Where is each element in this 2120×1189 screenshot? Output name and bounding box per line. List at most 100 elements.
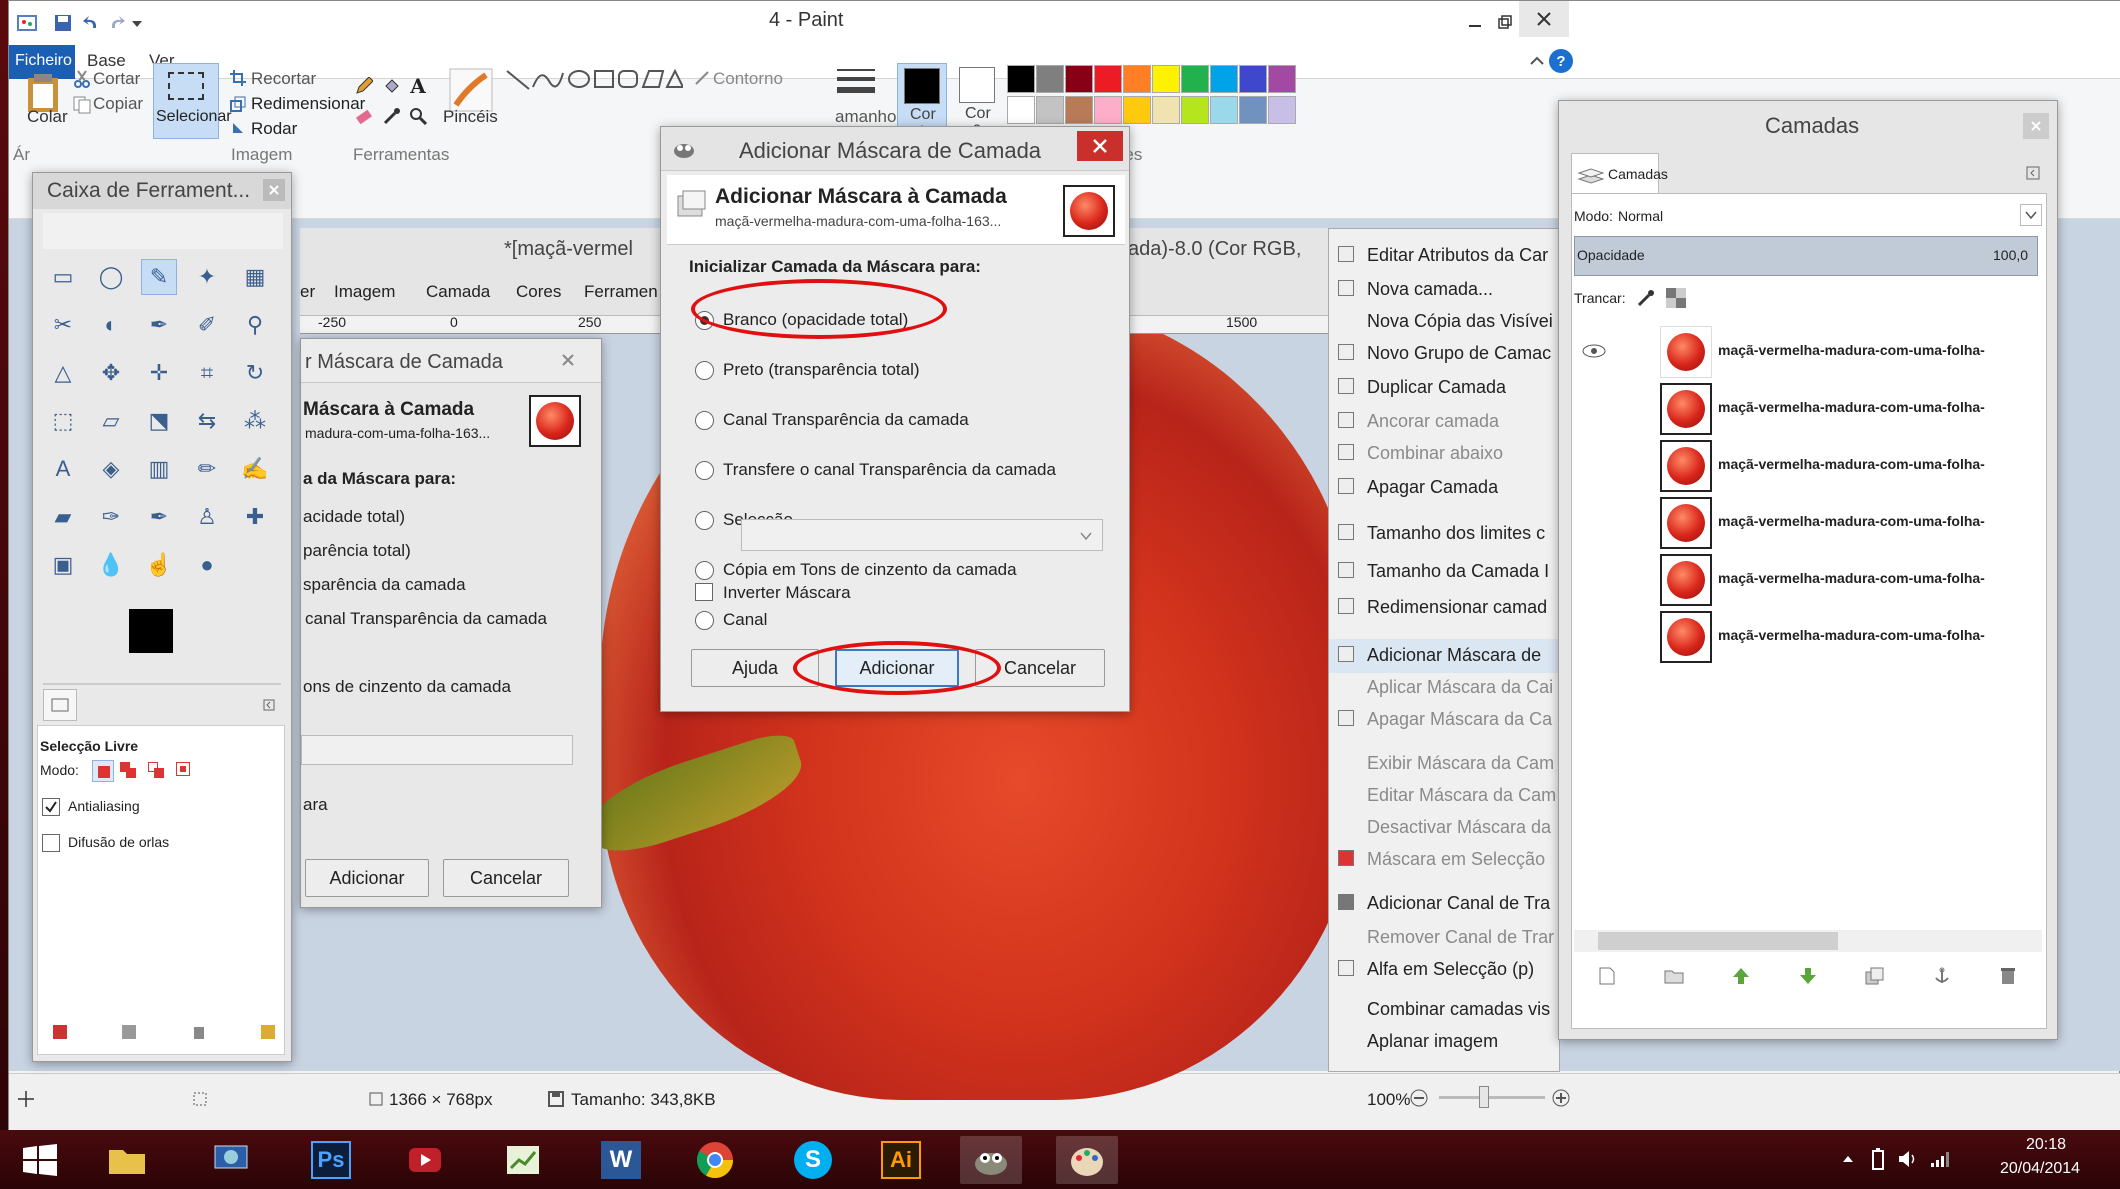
palette-swatch[interactable]: [1268, 96, 1296, 124]
rotate-label[interactable]: Rodar: [251, 119, 297, 139]
layer-row[interactable]: maçã-vermelha-madura-com-uma-folha-: [1572, 381, 2042, 437]
palette-swatch[interactable]: [1036, 96, 1064, 124]
measure-icon[interactable]: △: [45, 355, 81, 391]
invert-mask-label[interactable]: Inverter Máscara: [723, 583, 851, 603]
copy-icon[interactable]: [69, 93, 95, 117]
magnifier-icon[interactable]: [407, 105, 429, 127]
zoom-slider[interactable]: [1439, 1096, 1545, 1099]
delete-layer-icon[interactable]: [1996, 964, 2020, 988]
channel-combo[interactable]: [741, 519, 1103, 551]
mask-option-label[interactable]: Transfere o canal Transparência da camad…: [723, 460, 1056, 480]
zoom-in-icon[interactable]: [1549, 1086, 1573, 1110]
fill-icon[interactable]: [381, 75, 403, 97]
palette-swatch[interactable]: [1239, 96, 1267, 124]
palette-swatch[interactable]: [1094, 65, 1122, 93]
lower-layer-icon[interactable]: [1796, 964, 1820, 988]
layers-dock-close-icon[interactable]: [2023, 113, 2049, 139]
undo-icon[interactable]: [79, 11, 103, 35]
layer-mode-value[interactable]: Normal: [1618, 208, 1663, 224]
save-preset-icon[interactable]: [49, 1021, 71, 1043]
rotate-icon[interactable]: [227, 117, 249, 139]
perspective-clone-icon[interactable]: ▣: [45, 547, 81, 583]
size-label[interactable]: amanho: [835, 107, 896, 127]
close-icon[interactable]: [1519, 1, 1569, 37]
crop-icon[interactable]: [227, 67, 249, 89]
visibility-eye-icon[interactable]: [1580, 340, 1608, 362]
mask-option-radio[interactable]: [695, 511, 714, 530]
tool-options-tab-icon[interactable]: [43, 689, 77, 721]
delete-preset-icon[interactable]: [188, 1021, 210, 1043]
palette-swatch[interactable]: [1123, 96, 1151, 124]
mode-subtract-icon[interactable]: [148, 762, 166, 780]
rect-select-icon[interactable]: ▭: [45, 259, 81, 295]
resize-label[interactable]: Redimensionar: [251, 94, 365, 114]
zoom-icon[interactable]: ⚲: [237, 307, 273, 343]
help-icon[interactable]: ?: [1549, 49, 1573, 73]
layer-menu-item[interactable]: Apagar Camada: [1367, 477, 1498, 498]
fuzzy-select-icon[interactable]: ✦: [189, 259, 225, 295]
taskbar-chrome-icon[interactable]: [684, 1136, 746, 1184]
opacity-slider[interactable]: Opacidade 100,0: [1574, 236, 2038, 276]
cut-icon[interactable]: [69, 67, 95, 91]
mask-option-radio[interactable]: [695, 361, 714, 380]
color-select-icon[interactable]: ▦: [237, 259, 273, 295]
align-icon[interactable]: ✛: [141, 355, 177, 391]
gimp-menu-tools[interactable]: Ferramen: [584, 282, 658, 302]
perspective-icon[interactable]: ⬔: [141, 403, 177, 439]
cage-transform-icon[interactable]: ⁂: [237, 403, 273, 439]
eraser-icon[interactable]: [353, 105, 375, 127]
mode-add-icon[interactable]: [120, 762, 138, 780]
taskbar-photoshop-icon[interactable]: Ps: [300, 1136, 362, 1184]
toolbox-close-icon[interactable]: [263, 179, 285, 201]
blur-icon[interactable]: 💧: [93, 547, 129, 583]
eraser-icon[interactable]: ▰: [45, 499, 81, 535]
text-icon[interactable]: A: [407, 74, 429, 98]
smudge-icon[interactable]: ☝: [141, 547, 177, 583]
gimp-menu-colors[interactable]: Cores: [516, 282, 561, 302]
show-hidden-icons-icon[interactable]: [1840, 1150, 1856, 1168]
layer-menu-item[interactable]: Combinar camadas vis: [1367, 999, 1550, 1020]
outline-icon[interactable]: [691, 67, 713, 89]
redo-icon[interactable]: [105, 11, 129, 35]
hscroll-thumb[interactable]: [1598, 932, 1838, 950]
taskbar-media-icon[interactable]: [394, 1136, 456, 1184]
gimp-menu-layer[interactable]: Camada: [426, 282, 490, 302]
layer-menu-item[interactable]: Tamanho da Camada I: [1367, 561, 1549, 582]
layer-menu-item[interactable]: Redimensionar camad: [1367, 597, 1547, 618]
crop-icon[interactable]: ⌗: [189, 355, 225, 391]
taskbar-skype-icon[interactable]: S: [782, 1136, 844, 1184]
cut-label[interactable]: Cortar: [93, 69, 140, 89]
layers-tab-menu-icon[interactable]: [2023, 163, 2043, 183]
ink-icon[interactable]: ✒: [141, 499, 177, 535]
clock-time[interactable]: 20:18: [2026, 1136, 2066, 1154]
layer-row[interactable]: maçã-vermelha-madura-com-uma-folha-: [1572, 438, 2042, 494]
layer-menu-item[interactable]: Apagar Máscara da Ca: [1367, 709, 1552, 730]
ribbon-collapse-icon[interactable]: [1527, 51, 1547, 71]
antialiasing-checkbox[interactable]: [42, 798, 60, 816]
customize-quick-access-icon[interactable]: [129, 13, 145, 33]
color-picker-icon[interactable]: ✐: [189, 307, 225, 343]
brushes-label[interactable]: Pincéis: [443, 107, 498, 127]
pencil-icon[interactable]: ✏: [189, 451, 225, 487]
size-icon[interactable]: [837, 69, 877, 101]
mask-option-label[interactable]: Canal Transparência da camada: [723, 410, 969, 430]
layer-menu-item[interactable]: Combinar abaixo: [1367, 443, 1503, 464]
crop-label[interactable]: Recortar: [251, 69, 316, 89]
resize-icon[interactable]: [227, 93, 249, 115]
windows-start-icon[interactable]: [18, 1142, 62, 1178]
gimp-menu-image[interactable]: Imagem: [334, 282, 395, 302]
palette-swatch[interactable]: [1152, 96, 1180, 124]
palette-swatch[interactable]: [1065, 65, 1093, 93]
layer-menu-item[interactable]: Adicionar Máscara de: [1367, 645, 1541, 666]
anchor-layer-icon[interactable]: [1930, 964, 1954, 988]
layer-menu-item[interactable]: Desactivar Máscara da: [1367, 817, 1551, 838]
layer-menu-item[interactable]: Editar Máscara da Cam: [1367, 785, 1556, 806]
taskbar-network-icon[interactable]: [200, 1136, 262, 1184]
zoom-slider-thumb[interactable]: [1479, 1086, 1489, 1108]
layer-menu-item[interactable]: Editar Atributos da Car: [1367, 245, 1548, 266]
palette-swatch[interactable]: [1123, 65, 1151, 93]
palette-swatch[interactable]: [1268, 65, 1296, 93]
layer-menu-item[interactable]: Ancorar camada: [1367, 411, 1499, 432]
mask-option-label[interactable]: Preto (transparência total): [723, 360, 920, 380]
clock-date[interactable]: 20/04/2014: [2000, 1160, 2080, 1178]
